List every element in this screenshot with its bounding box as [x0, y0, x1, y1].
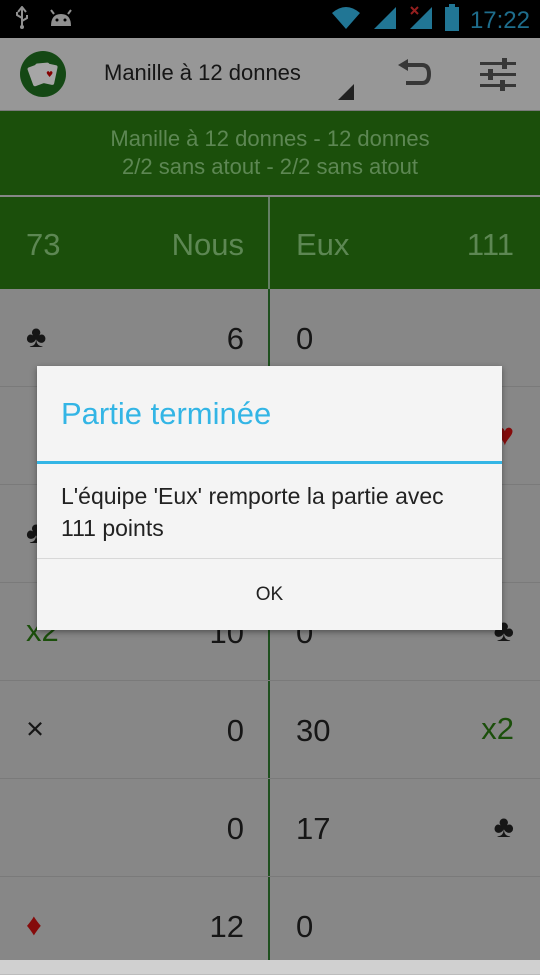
- game-over-dialog: Partie terminée L'équipe 'Eux' remporte …: [37, 366, 502, 630]
- dialog-message: L'équipe 'Eux' remporte la partie avec 1…: [61, 483, 444, 541]
- dialog-title-divider: [37, 461, 502, 464]
- dialog-title: Partie terminée: [61, 396, 272, 431]
- ok-button[interactable]: OK: [37, 559, 502, 630]
